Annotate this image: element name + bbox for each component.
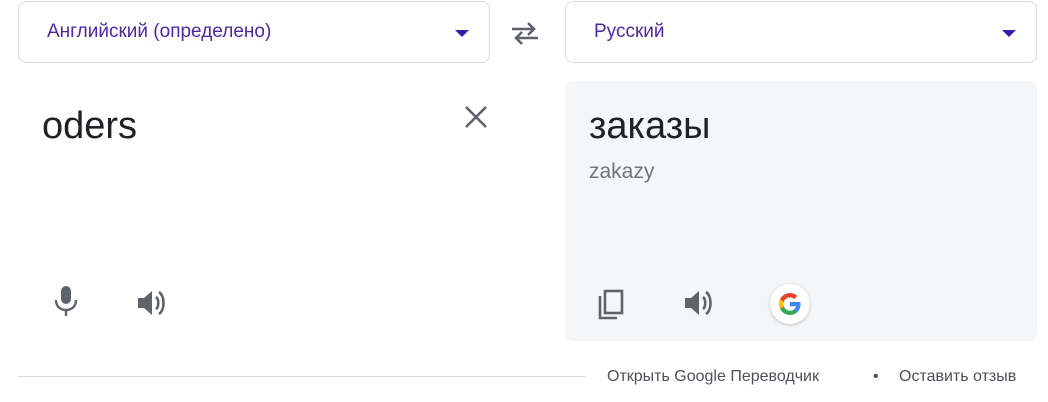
copy-translation-button[interactable] [593, 287, 629, 323]
target-panel: заказы zakazy [565, 81, 1037, 341]
close-icon [465, 106, 487, 128]
send-feedback-link[interactable]: Оставить отзыв [899, 368, 1016, 386]
clear-source-button[interactable] [459, 100, 493, 134]
translation-text: заказы [589, 105, 711, 147]
target-language-select[interactable]: Русский [565, 1, 1037, 63]
swap-languages-button[interactable] [508, 18, 542, 48]
swap-arrows-icon [512, 22, 538, 45]
chevron-down-icon [1002, 30, 1016, 37]
footer-separator: • [873, 368, 879, 385]
google-translate-button[interactable] [770, 284, 810, 324]
open-google-translate-link[interactable]: Открыть Google Переводчик [607, 368, 819, 386]
source-text-input[interactable]: oders [42, 105, 137, 148]
speaker-icon [138, 290, 165, 316]
divider [18, 376, 585, 377]
listen-source-button[interactable] [134, 285, 170, 321]
microphone-icon [54, 286, 78, 316]
microphone-button[interactable] [48, 283, 84, 319]
listen-translation-button[interactable] [681, 285, 717, 321]
target-language-label: Русский [594, 21, 665, 42]
source-panel: oders [18, 81, 543, 341]
chevron-down-icon [455, 30, 469, 37]
speaker-icon [685, 290, 712, 316]
source-language-select[interactable]: Английский (определено) [18, 1, 490, 63]
source-language-label: Английский (определено) [47, 21, 272, 42]
transliteration-text: zakazy [589, 160, 655, 183]
google-logo-icon [779, 293, 801, 315]
copy-icon [598, 289, 624, 320]
